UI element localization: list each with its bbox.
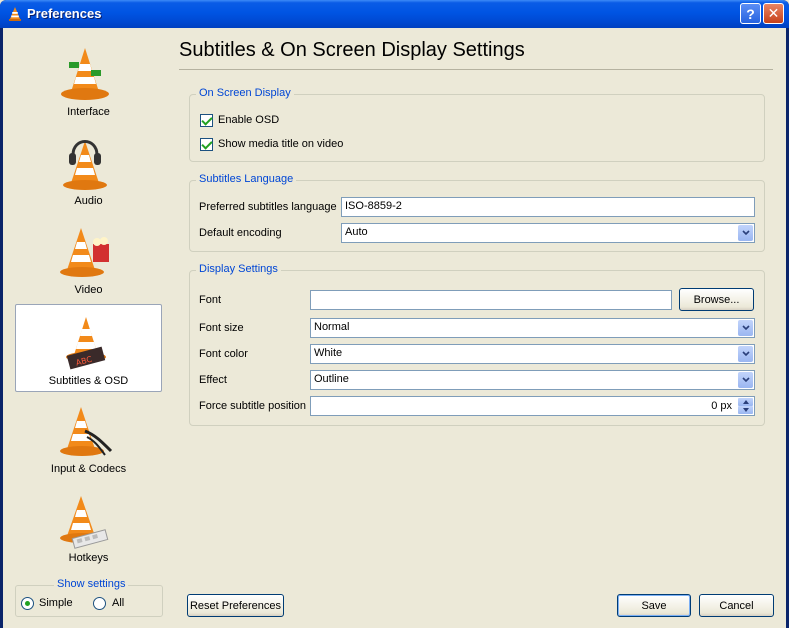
title-bar[interactable]: Preferences ? ✕ — [0, 0, 789, 28]
sidebar-item-interface[interactable]: Interface — [15, 36, 162, 124]
effect-select[interactable]: Outline — [310, 370, 755, 390]
font-size-value: Normal — [314, 321, 350, 333]
font-color-select[interactable]: White — [310, 344, 755, 364]
browse-button[interactable]: Browse... — [679, 288, 754, 311]
sidebar-item-audio[interactable]: Audio — [15, 125, 162, 213]
font-size-select[interactable]: Normal — [310, 318, 755, 338]
window-title: Preferences — [27, 6, 102, 21]
subtitles-language-legend: Subtitles Language — [196, 173, 297, 185]
chevron-down-icon[interactable] — [738, 372, 753, 388]
osd-group: On Screen Display Enable OSD Show media … — [189, 87, 765, 162]
sidebar-item-label: Subtitles & OSD — [48, 375, 129, 387]
spin-down-icon[interactable] — [738, 406, 753, 414]
font-label: Font — [199, 294, 222, 306]
close-icon: ✕ — [767, 5, 780, 21]
subtitle-position-value: 0 px — [711, 400, 732, 412]
font-input[interactable] — [310, 290, 672, 310]
chevron-down-icon[interactable] — [738, 225, 753, 241]
show-settings-group: Show settings Simple All — [15, 578, 163, 617]
spin-up-icon[interactable] — [738, 398, 753, 406]
sidebar-item-video[interactable]: Video — [15, 214, 162, 302]
close-button[interactable]: ✕ — [763, 3, 784, 24]
all-radio[interactable] — [93, 597, 106, 610]
effect-value: Outline — [314, 373, 349, 385]
preferred-language-label: Preferred subtitles language — [199, 201, 337, 213]
page-title: Subtitles & On Screen Display Settings — [179, 39, 525, 61]
subtitle-position-label: Force subtitle position — [199, 400, 306, 412]
font-color-label: Font color — [199, 348, 248, 360]
font-color-value: White — [314, 347, 343, 359]
default-encoding-select[interactable]: Auto — [341, 223, 755, 243]
subtitle-position-spinbox[interactable]: 0 px — [310, 396, 755, 416]
vlc-cone-icon — [9, 7, 21, 21]
cancel-button[interactable]: Cancel — [699, 594, 774, 617]
sidebar-item-label: Audio — [74, 195, 103, 207]
video-cone-icon — [60, 228, 109, 277]
enable-osd-checkbox[interactable] — [200, 114, 213, 127]
hotkeys-cone-icon — [60, 496, 109, 549]
display-settings-group: Display Settings Font Browse... Font siz… — [189, 263, 765, 426]
display-settings-legend: Display Settings — [196, 263, 281, 275]
dialog-body: Interface Audio Video ABC Subtitles & OS… — [3, 28, 786, 628]
input-codecs-cone-icon — [60, 407, 113, 456]
sidebar-item-hotkeys[interactable]: Hotkeys — [15, 482, 162, 570]
sidebar-item-label: Input & Codecs — [50, 463, 127, 475]
default-encoding-label: Default encoding — [199, 227, 282, 239]
default-encoding-value: Auto — [345, 226, 368, 238]
sidebar-item-label: Video — [74, 284, 103, 296]
show-title-checkbox[interactable] — [200, 138, 213, 151]
interface-cone-icon — [61, 48, 109, 100]
help-icon: ? — [746, 5, 755, 22]
title-divider — [179, 69, 773, 70]
subtitles-cone-icon: ABC — [66, 317, 106, 370]
chevron-down-icon[interactable] — [738, 346, 753, 362]
subtitles-language-group: Subtitles Language Preferred subtitles l… — [189, 173, 765, 252]
show-settings-legend: Show settings — [54, 578, 129, 590]
show-title-label[interactable]: Show media title on video — [218, 138, 343, 150]
enable-osd-label[interactable]: Enable OSD — [218, 114, 279, 126]
chevron-down-icon[interactable] — [738, 320, 753, 336]
sidebar-item-label: Interface — [67, 106, 110, 118]
spin-buttons[interactable] — [738, 398, 753, 414]
sidebar-item-subtitles-osd[interactable]: ABC Subtitles & OSD — [15, 304, 162, 392]
simple-radio-label[interactable]: Simple — [39, 597, 73, 609]
simple-radio[interactable] — [21, 597, 34, 610]
effect-label: Effect — [199, 374, 227, 386]
sidebar-item-input-codecs[interactable]: Input & Codecs — [15, 393, 162, 481]
sidebar-item-label: Hotkeys — [68, 552, 109, 564]
preferred-language-input[interactable]: ISO-8859-2 — [341, 197, 755, 217]
reset-preferences-button[interactable]: Reset Preferences — [187, 594, 284, 617]
osd-legend: On Screen Display — [196, 87, 294, 99]
all-radio-label[interactable]: All — [112, 597, 124, 609]
save-button[interactable]: Save — [617, 594, 691, 617]
audio-cone-icon — [63, 140, 107, 190]
help-button[interactable]: ? — [740, 3, 761, 24]
preferences-window: Preferences ? ✕ Interface Audio Video AB… — [0, 0, 789, 628]
font-size-label: Font size — [199, 322, 244, 334]
